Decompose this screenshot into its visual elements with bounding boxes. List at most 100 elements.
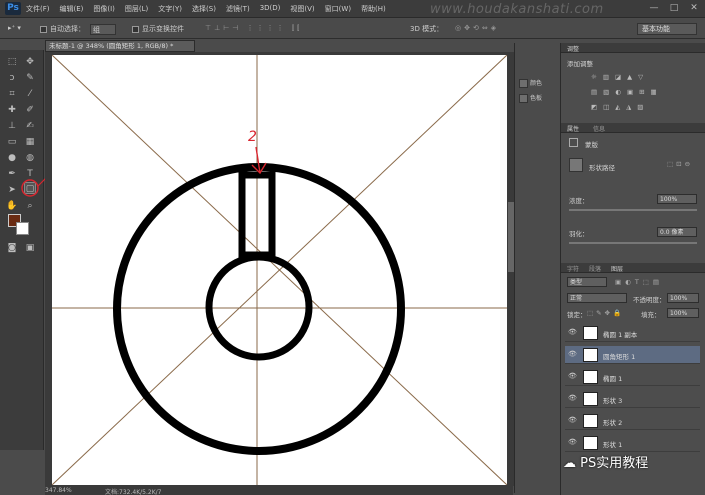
- layer-thumbnail: [583, 414, 598, 428]
- site-watermark: www.houdakanshati.com: [430, 2, 604, 17]
- layers-panel-header: 字符 段落 图层: [561, 263, 705, 273]
- show-transform-checkbox[interactable]: 显示变换控件: [132, 24, 184, 34]
- adjustment-icons-row-2[interactable]: ▤▧◐▣⊞▦: [591, 88, 663, 96]
- maximize-icon[interactable]: □: [669, 3, 679, 13]
- layer-row[interactable]: 👁 椭圆 1 副本: [565, 324, 700, 342]
- annotation-number-2: 2: [248, 129, 257, 145]
- character-tab[interactable]: 字符: [567, 264, 579, 273]
- document-tab[interactable]: 未标题-1 @ 348% (圆角矩形 1, RGB/8) *: [45, 40, 195, 52]
- blend-mode-select[interactable]: 正常: [567, 293, 627, 303]
- wechat-icon: ☁: [563, 456, 581, 471]
- info-tab[interactable]: 信息: [593, 124, 605, 133]
- dock-item-swatches-label: 色板: [530, 95, 543, 102]
- collapsed-panels-dock: 颜色 色板: [514, 43, 559, 493]
- layer-thumbnail: [583, 436, 598, 450]
- adjustments-panel-header: 调整: [561, 43, 705, 53]
- visibility-eye-icon[interactable]: 👁: [568, 416, 577, 424]
- outer-ring-shape[interactable]: [113, 163, 405, 455]
- layer-name: 形状 3: [603, 397, 623, 405]
- 3d-mode-label: 3D 模式：: [410, 25, 444, 33]
- window-controls: — □ ✕: [649, 3, 699, 13]
- menu-item-view[interactable]: 视图(V): [290, 4, 314, 14]
- visibility-eye-icon[interactable]: 👁: [568, 438, 577, 446]
- right-panels: 调整 添加调整 ☼▥◪▲▽ ▤▧◐▣⊞▦ ◩◫◭◮▨ 属性 信息 蒙版 形状路径…: [560, 43, 705, 495]
- 3d-mode-buttons-icon[interactable]: ◎✥⟲⇔◈: [455, 24, 499, 32]
- opacity-input[interactable]: 100%: [667, 293, 699, 303]
- paragraph-tab[interactable]: 段落: [589, 264, 601, 273]
- opacity-label: 不透明度：: [633, 296, 666, 304]
- layer-row[interactable]: 👁 形状 1: [565, 434, 700, 452]
- menu-item-layer[interactable]: 图层(L): [125, 4, 148, 14]
- layer-row[interactable]: 👁 圆角矩形 1: [565, 346, 700, 364]
- menu-item-3d[interactable]: 3D(D): [260, 4, 281, 14]
- screen-mode-icon[interactable]: ▣: [24, 242, 36, 254]
- density-slider[interactable]: [569, 209, 697, 211]
- layer-thumbnail: [583, 326, 598, 340]
- layer-thumbnail: [583, 392, 598, 406]
- adjustments-tab[interactable]: 调整: [567, 44, 579, 53]
- shape-path-label: 形状路径: [589, 164, 615, 172]
- layer-thumbnail: [583, 348, 598, 362]
- minimize-icon[interactable]: —: [649, 3, 659, 13]
- layer-filter-icons[interactable]: ▣◐T⬚▤: [615, 278, 663, 286]
- workspace-select[interactable]: 基本功能: [637, 23, 697, 35]
- footer-watermark-text: PS实用教程: [580, 456, 649, 471]
- feather-label: 羽化：: [569, 230, 589, 238]
- menu-item-window[interactable]: 窗口(W): [325, 4, 351, 14]
- properties-tab[interactable]: 属性: [567, 124, 579, 133]
- menu-item-image[interactable]: 图像(I): [93, 4, 115, 14]
- photoshop-window: Ps 文件(F) 编辑(E) 图像(I) 图层(L) 文字(Y) 选择(S) 滤…: [0, 0, 705, 495]
- fill-input[interactable]: 100%: [667, 308, 699, 318]
- palette-icon: [519, 79, 528, 88]
- layer-name: 椭圆 1: [603, 375, 623, 383]
- lock-icons[interactable]: ⬚✎✥🔒: [587, 309, 624, 317]
- quick-mask-icon[interactable]: ◙: [6, 242, 18, 254]
- layer-name: 椭圆 1 副本: [603, 331, 638, 339]
- document-info: 文档:732.4K/5.2K/7: [105, 489, 162, 495]
- density-label: 浓度：: [569, 197, 589, 205]
- options-bar: ▸⁺ ▾ 自动选择： 组 显示变换控件 ⊤⊥⊢⊣ ⋮⋮⋮⋮ ⫿⫿ 3D 模式： …: [0, 19, 705, 39]
- visibility-eye-icon[interactable]: 👁: [568, 328, 577, 336]
- adjustment-icons-row-3[interactable]: ◩◫◭◮▨: [591, 103, 649, 111]
- dock-item-color[interactable]: 颜色: [519, 78, 542, 88]
- status-bar: 347.84% 文档:732.4K/5.2K/7: [45, 487, 513, 495]
- document-canvas[interactable]: 2: [51, 54, 508, 486]
- menu-bar: Ps 文件(F) 编辑(E) 图像(I) 图层(L) 文字(Y) 选择(S) 滤…: [0, 0, 705, 18]
- adjustment-icons-row-1[interactable]: ☼▥◪▲▽: [591, 73, 649, 81]
- menu-item-help[interactable]: 帮助(H): [361, 4, 386, 14]
- close-icon[interactable]: ✕: [689, 3, 699, 13]
- layer-thumbnail: [583, 370, 598, 384]
- auto-select-target-value: 组: [93, 26, 100, 34]
- layer-row[interactable]: 👁 形状 2: [565, 412, 700, 430]
- menu-item-select[interactable]: 选择(S): [192, 4, 216, 14]
- visibility-eye-icon[interactable]: 👁: [568, 350, 577, 358]
- menu-item-type[interactable]: 文字(Y): [158, 4, 182, 14]
- feather-input[interactable]: 0.0 像素: [657, 227, 697, 237]
- layers-tab[interactable]: 图层: [611, 264, 623, 273]
- layer-filter-select[interactable]: 类型: [567, 277, 607, 287]
- zoom-level[interactable]: 347.84%: [45, 487, 72, 494]
- mask-label: 蒙版: [585, 141, 598, 149]
- properties-panel-header: 属性 信息: [561, 123, 705, 133]
- align-buttons-icon[interactable]: ⊤⊥⊢⊣ ⋮⋮⋮⋮ ⫿⫿: [205, 24, 302, 33]
- swatches-icon: [519, 94, 528, 103]
- mask-icon: [569, 138, 578, 147]
- layer-row[interactable]: 👁 椭圆 1: [565, 368, 700, 386]
- visibility-eye-icon[interactable]: 👁: [568, 394, 577, 402]
- annotation-circle-icon: [21, 179, 39, 197]
- adjustments-title: 添加调整: [567, 60, 593, 68]
- fill-label: 填充：: [641, 311, 661, 319]
- lock-label: 锁定：: [567, 311, 587, 319]
- background-color-swatch[interactable]: [16, 222, 29, 235]
- menu-item-filter[interactable]: 滤镜(T): [226, 4, 250, 14]
- density-input[interactable]: 100%: [657, 194, 697, 204]
- layer-row[interactable]: 👁 形状 3: [565, 390, 700, 408]
- mask-action-icons[interactable]: ⬚⊡⊖: [667, 160, 693, 168]
- dock-item-color-label: 颜色: [530, 80, 543, 87]
- visibility-eye-icon[interactable]: 👁: [568, 372, 577, 380]
- dock-item-swatches[interactable]: 色板: [519, 93, 542, 103]
- layer-name: 形状 2: [603, 419, 623, 427]
- feather-slider[interactable]: [569, 242, 697, 244]
- inner-circle-shape[interactable]: [205, 253, 313, 361]
- canvas-drawing: 2: [51, 54, 508, 486]
